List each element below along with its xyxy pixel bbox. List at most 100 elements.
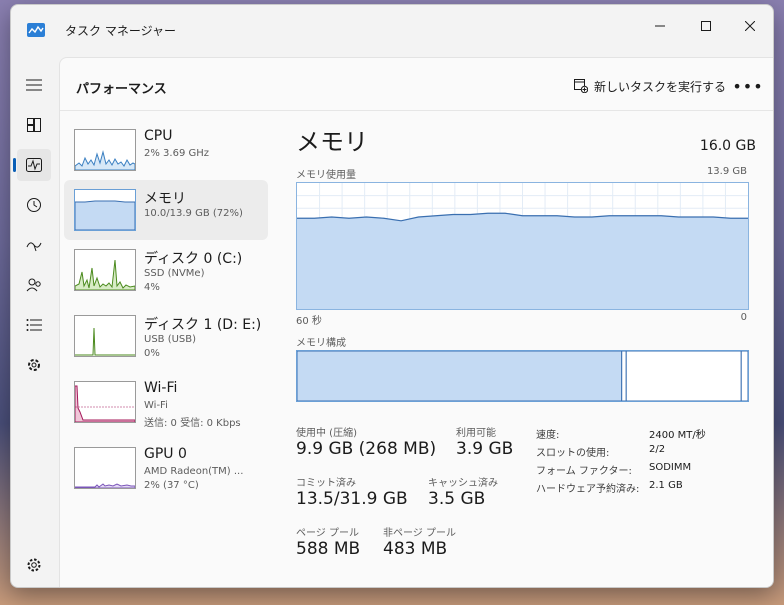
nav-services[interactable] xyxy=(17,349,51,381)
device-title-disk-0: ディスク 0 (C:) xyxy=(144,251,243,267)
device-sub1-wifi: Wi-Fi xyxy=(144,400,168,411)
cached-label: キャッシュ済み xyxy=(428,478,498,489)
device-sub1-gpu-0: AMD Radeon(TM) ... xyxy=(144,466,244,477)
cached-value: 3.5 GB xyxy=(428,489,486,509)
wifi-thumbnail xyxy=(74,381,136,423)
device-item-wifi[interactable]: Wi-Fi Wi-Fi 送信: 0 受信: 0 Kbps xyxy=(64,372,268,432)
composition-modified xyxy=(621,350,627,402)
disk0-thumbnail xyxy=(74,249,136,291)
gpu-thumbnail xyxy=(74,447,136,489)
nav-users[interactable] xyxy=(17,269,51,301)
device-title-disk-1: ディスク 1 (D: E:) xyxy=(144,317,262,333)
memory-usage-label: メモリ使用量 xyxy=(296,170,356,181)
nonpaged-pool-label: 非ページ プール xyxy=(383,528,456,539)
memory-title: メモリ xyxy=(296,128,368,156)
memory-usage-max: 13.9 GB xyxy=(706,166,747,177)
title-bar[interactable]: タスク マネージャー xyxy=(11,5,773,55)
memory-usage-chart xyxy=(297,183,748,309)
paged-pool-value: 588 MB xyxy=(296,539,361,559)
startup-apps-icon xyxy=(26,242,42,252)
composition-in-use xyxy=(296,350,623,402)
memory-thumbnail xyxy=(74,189,136,231)
available-value: 3.9 GB xyxy=(456,439,514,459)
nav-app-history[interactable] xyxy=(17,189,51,221)
memory-total: 16.0 GB xyxy=(699,138,756,154)
navigation-rail xyxy=(11,61,57,587)
committed-value: 13.5/31.9 GB xyxy=(296,489,408,509)
device-title-gpu-0: GPU 0 xyxy=(144,446,187,462)
composition-free xyxy=(740,350,749,402)
close-icon xyxy=(745,21,755,31)
nav-processes[interactable] xyxy=(17,109,51,141)
device-sub2-gpu-0: 2% (37 °C) xyxy=(144,480,199,491)
graph-axis-right-label: 0 xyxy=(740,312,747,323)
memory-composition-chart xyxy=(296,350,749,402)
nonpaged-pool-value: 483 MB xyxy=(383,539,448,559)
page-header: パフォーマンス 新しいタスクを実行する ••• xyxy=(60,58,773,111)
settings-icon xyxy=(27,558,41,572)
composition-standby xyxy=(625,350,742,402)
device-item-gpu-0[interactable]: GPU 0 AMD Radeon(TM) ... 2% (37 °C) xyxy=(64,438,268,498)
run-task-icon xyxy=(574,79,588,93)
paged-pool-label: ページ プール xyxy=(296,528,359,539)
in-use-value: 9.9 GB (268 MB) xyxy=(296,439,437,459)
memory-usage-graph xyxy=(296,182,749,310)
run-new-task-button[interactable]: 新しいタスクを実行する xyxy=(574,74,726,98)
spec-key-slots: スロットの使用: xyxy=(536,448,610,459)
maximize-button[interactable] xyxy=(683,11,729,41)
device-sub1-disk-0: SSD (NVMe) xyxy=(144,268,205,279)
spec-value-form-factor: SODIMM xyxy=(649,462,692,473)
memory-usage-area xyxy=(297,213,748,309)
hamburger-menu-button[interactable] xyxy=(17,69,51,101)
device-sub2-disk-0: 4% xyxy=(144,282,160,293)
minimize-icon xyxy=(655,25,665,27)
run-new-task-label: 新しいタスクを実行する xyxy=(594,79,727,94)
processes-icon xyxy=(27,118,41,132)
device-title-cpu: CPU xyxy=(144,128,173,144)
nav-details[interactable] xyxy=(17,309,51,341)
app-history-icon xyxy=(27,198,41,212)
close-button[interactable] xyxy=(727,11,773,41)
performance-icon xyxy=(26,158,42,172)
memory-composition-label: メモリ構成 xyxy=(296,338,346,349)
committed-label: コミット済み xyxy=(296,478,356,489)
spec-value-speed: 2400 MT/秒 xyxy=(649,430,706,441)
graph-axis-left-label: 60 秒 xyxy=(296,316,322,327)
cpu-thumbnail xyxy=(74,129,136,171)
device-title-wifi: Wi-Fi xyxy=(144,380,178,396)
spec-value-slots: 2/2 xyxy=(649,444,666,455)
maximize-icon xyxy=(701,21,711,31)
hamburger-menu-icon xyxy=(26,79,42,91)
page-title: パフォーマンス xyxy=(76,82,167,97)
users-icon xyxy=(26,278,41,292)
disk1-thumbnail xyxy=(74,315,136,357)
spec-key-form-factor: フォーム ファクター: xyxy=(536,466,632,477)
nav-startup-apps[interactable] xyxy=(17,229,51,261)
more-options-button[interactable]: ••• xyxy=(732,74,762,98)
performance-page: パフォーマンス 新しいタスクを実行する ••• CPU 2% 3.69 GHz … xyxy=(59,57,773,587)
task-manager-app-icon xyxy=(27,22,45,37)
nav-performance[interactable] xyxy=(13,149,51,181)
in-use-label: 使用中 (圧縮) xyxy=(296,428,357,439)
spec-key-hardware-reserved: ハードウェア予約済み: xyxy=(536,484,640,495)
window-title: タスク マネージャー xyxy=(65,24,176,38)
task-manager-window: タスク マネージャー パフォーマンス 新しいタスクを実行する ••• CPU 2… xyxy=(10,4,774,588)
services-icon xyxy=(28,359,40,371)
device-item-disk-0[interactable]: ディスク 0 (C:) SSD (NVMe) 4% xyxy=(64,240,268,300)
device-sub-memory: 10.0/13.9 GB (72%) xyxy=(144,208,243,219)
device-sub-cpu: 2% 3.69 GHz xyxy=(144,148,210,159)
details-icon xyxy=(26,319,42,331)
device-item-cpu[interactable]: CPU 2% 3.69 GHz xyxy=(64,120,268,180)
spec-key-speed: 速度: xyxy=(536,430,560,441)
device-sub1-disk-1: USB (USB) xyxy=(144,334,197,345)
device-sub2-wifi: 送信: 0 受信: 0 Kbps xyxy=(144,418,241,429)
device-title-memory: メモリ xyxy=(144,191,186,207)
nav-settings[interactable] xyxy=(17,549,51,581)
memory-detail-panel: メモリ 16.0 GB メモリ使用量 13.9 GB 60 秒 0 メモリ構成 … xyxy=(296,120,756,580)
memory-composition-bar xyxy=(296,350,749,402)
device-item-memory[interactable]: メモリ 10.0/13.9 GB (72%) xyxy=(64,180,268,240)
device-item-disk-1[interactable]: ディスク 1 (D: E:) USB (USB) 0% xyxy=(64,306,268,366)
available-label: 利用可能 xyxy=(456,428,496,439)
device-sub2-disk-1: 0% xyxy=(144,348,160,359)
minimize-button[interactable] xyxy=(637,11,683,41)
